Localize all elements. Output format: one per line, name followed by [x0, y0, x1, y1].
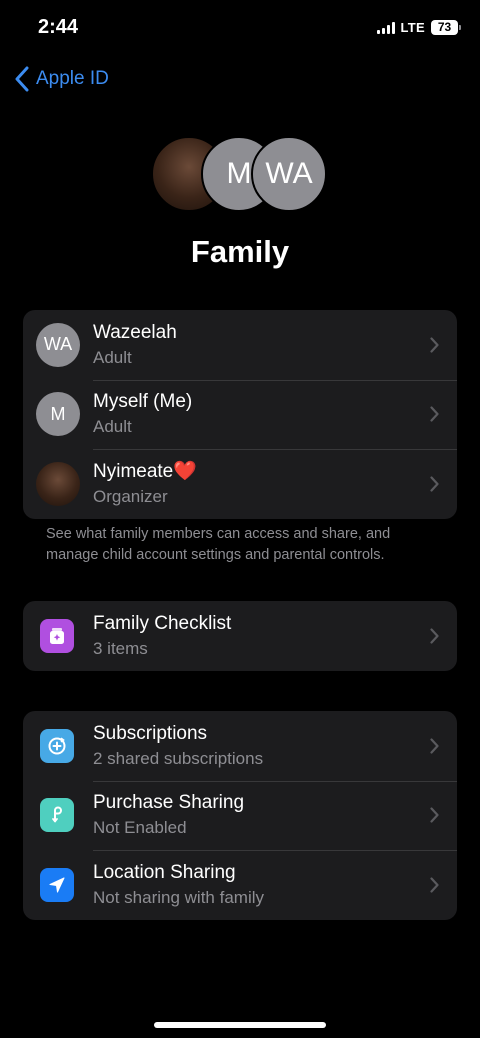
page-title: Family [190, 234, 290, 269]
purchase-sharing-icon [40, 798, 74, 833]
home-indicator[interactable] [154, 1022, 326, 1028]
row-subtitle: 2 shared subscriptions [93, 748, 264, 768]
battery-icon: 73 [431, 20, 461, 35]
checklist-icon [40, 618, 74, 653]
subscriptions-icon [40, 728, 74, 763]
chevron-right-icon [430, 738, 439, 754]
chevron-left-icon [15, 66, 29, 92]
avatar: M [36, 392, 80, 437]
status-bar: 2:44 LTE 73 [0, 0, 480, 58]
back-button[interactable]: Apple ID [14, 66, 109, 92]
member-row-wazeelah[interactable]: WA Wazeelah Adult [23, 310, 457, 380]
location-arrow-icon [40, 867, 74, 902]
member-role: Adult [93, 347, 132, 367]
member-role: Organizer [93, 486, 168, 506]
family-checklist-group: Family Checklist 3 items [23, 601, 457, 671]
chevron-right-icon [430, 476, 439, 492]
family-members-list: WA Wazeelah Adult M Myself (Me) Adult Ny… [23, 310, 457, 519]
member-role: Adult [93, 417, 132, 437]
chevron-right-icon [430, 877, 439, 893]
avatar: WA [36, 322, 80, 367]
chevron-right-icon [430, 337, 439, 353]
location-sharing-row[interactable]: Location Sharing Not sharing with family [23, 850, 457, 920]
avatar-initials-wa: WA [251, 136, 327, 212]
subscriptions-row[interactable]: Subscriptions 2 shared subscriptions [23, 711, 457, 781]
avatar-photo [36, 461, 80, 506]
row-title: Family Checklist [93, 612, 232, 634]
family-screen: 2:44 LTE 73 Apple ID M WA Family WA Waze… [0, 0, 480, 1038]
row-title: Location Sharing [93, 861, 236, 883]
family-services-list: Subscriptions 2 shared subscriptions Pur… [23, 711, 457, 920]
member-name: Nyimeate❤️ [93, 460, 197, 482]
chevron-right-icon [430, 628, 439, 644]
row-subtitle: Not Enabled [93, 818, 187, 838]
status-time: 2:44 [38, 16, 79, 38]
purchase-sharing-row[interactable]: Purchase Sharing Not Enabled [23, 780, 457, 851]
network-type: LTE [400, 20, 425, 35]
chevron-right-icon [430, 807, 439, 823]
status-indicators: LTE 73 [376, 20, 461, 35]
row-title: Purchase Sharing [93, 792, 245, 814]
member-row-myself[interactable]: M Myself (Me) Adult [23, 379, 457, 450]
row-title: Subscriptions [93, 722, 208, 744]
family-checklist-row[interactable]: Family Checklist 3 items [23, 601, 457, 671]
back-button-label: Apple ID [36, 68, 109, 89]
row-subtitle: 3 items [93, 638, 148, 658]
members-footnote: See what family members can access and s… [46, 526, 391, 563]
member-name: Myself (Me) [93, 391, 193, 413]
row-subtitle: Not sharing with family [93, 887, 265, 907]
cellular-signal-icon [376, 21, 395, 34]
member-row-nyimeate[interactable]: Nyimeate❤️ Organizer [23, 449, 457, 519]
family-avatars: M WA [151, 136, 331, 212]
member-name: Wazeelah [93, 321, 177, 343]
chevron-right-icon [430, 406, 439, 422]
